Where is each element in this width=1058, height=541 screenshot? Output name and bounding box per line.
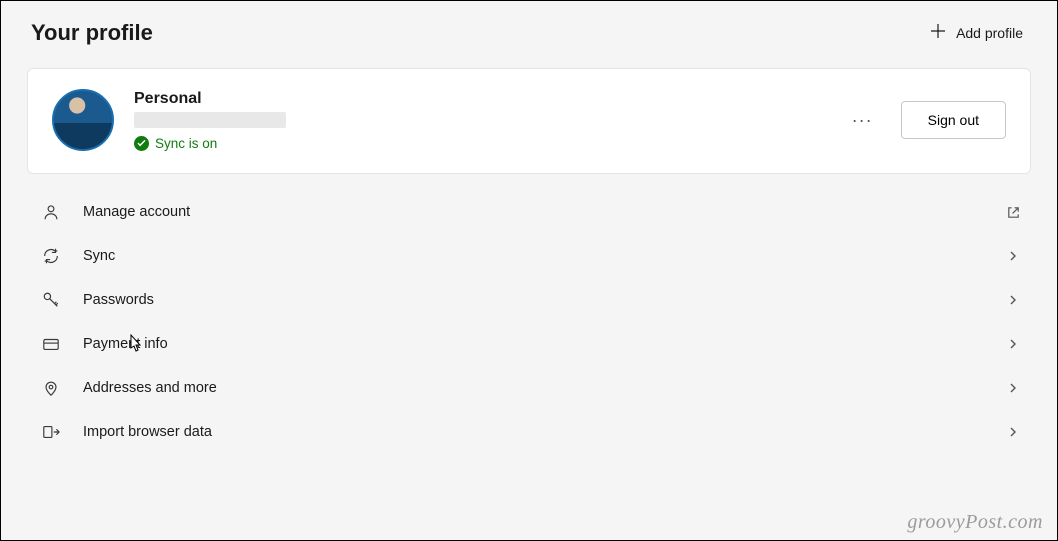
- watermark: groovyPost.com: [907, 511, 1043, 534]
- menu-item-label: Sync: [83, 248, 1003, 264]
- menu-item-label: Passwords: [83, 292, 1003, 308]
- chevron-right-icon: [1003, 246, 1023, 266]
- menu-item-addresses[interactable]: Addresses and more: [27, 366, 1031, 410]
- more-options-button[interactable]: ···: [842, 104, 883, 137]
- card-icon: [41, 334, 61, 354]
- chevron-right-icon: [1003, 334, 1023, 354]
- page-title: Your profile: [31, 20, 153, 46]
- add-profile-label: Add profile: [956, 25, 1023, 41]
- profile-name: Personal: [134, 90, 842, 108]
- menu-item-manage-account[interactable]: Manage account: [27, 190, 1031, 234]
- add-profile-button[interactable]: Add profile: [926, 17, 1027, 48]
- chevron-right-icon: [1003, 422, 1023, 442]
- menu-item-label: Import browser data: [83, 424, 1003, 440]
- menu-item-payment-info[interactable]: Payment info: [27, 322, 1031, 366]
- menu-item-sync[interactable]: Sync: [27, 234, 1031, 278]
- menu-item-passwords[interactable]: Passwords: [27, 278, 1031, 322]
- import-icon: [41, 422, 61, 442]
- menu-item-import-browser-data[interactable]: Import browser data: [27, 410, 1031, 454]
- person-icon: [41, 202, 61, 222]
- menu-item-label: Addresses and more: [83, 380, 1003, 396]
- plus-icon: [930, 23, 946, 42]
- sync-icon: [41, 246, 61, 266]
- menu-item-label: Payment info: [83, 336, 1003, 352]
- location-icon: [41, 378, 61, 398]
- profile-card: Personal Sync is on ··· Sign out: [27, 68, 1031, 174]
- profile-menu: Manage account Sync Passwords Payment in…: [27, 190, 1031, 454]
- sync-status-text: Sync is on: [155, 136, 217, 151]
- menu-item-label: Manage account: [83, 204, 1003, 220]
- profile-email-redacted: [134, 112, 286, 128]
- check-circle-icon: [134, 136, 149, 151]
- sign-out-button[interactable]: Sign out: [901, 101, 1006, 139]
- sync-status: Sync is on: [134, 136, 842, 151]
- chevron-right-icon: [1003, 290, 1023, 310]
- chevron-right-icon: [1003, 378, 1023, 398]
- key-icon: [41, 290, 61, 310]
- avatar: [52, 89, 114, 151]
- external-link-icon: [1003, 202, 1023, 222]
